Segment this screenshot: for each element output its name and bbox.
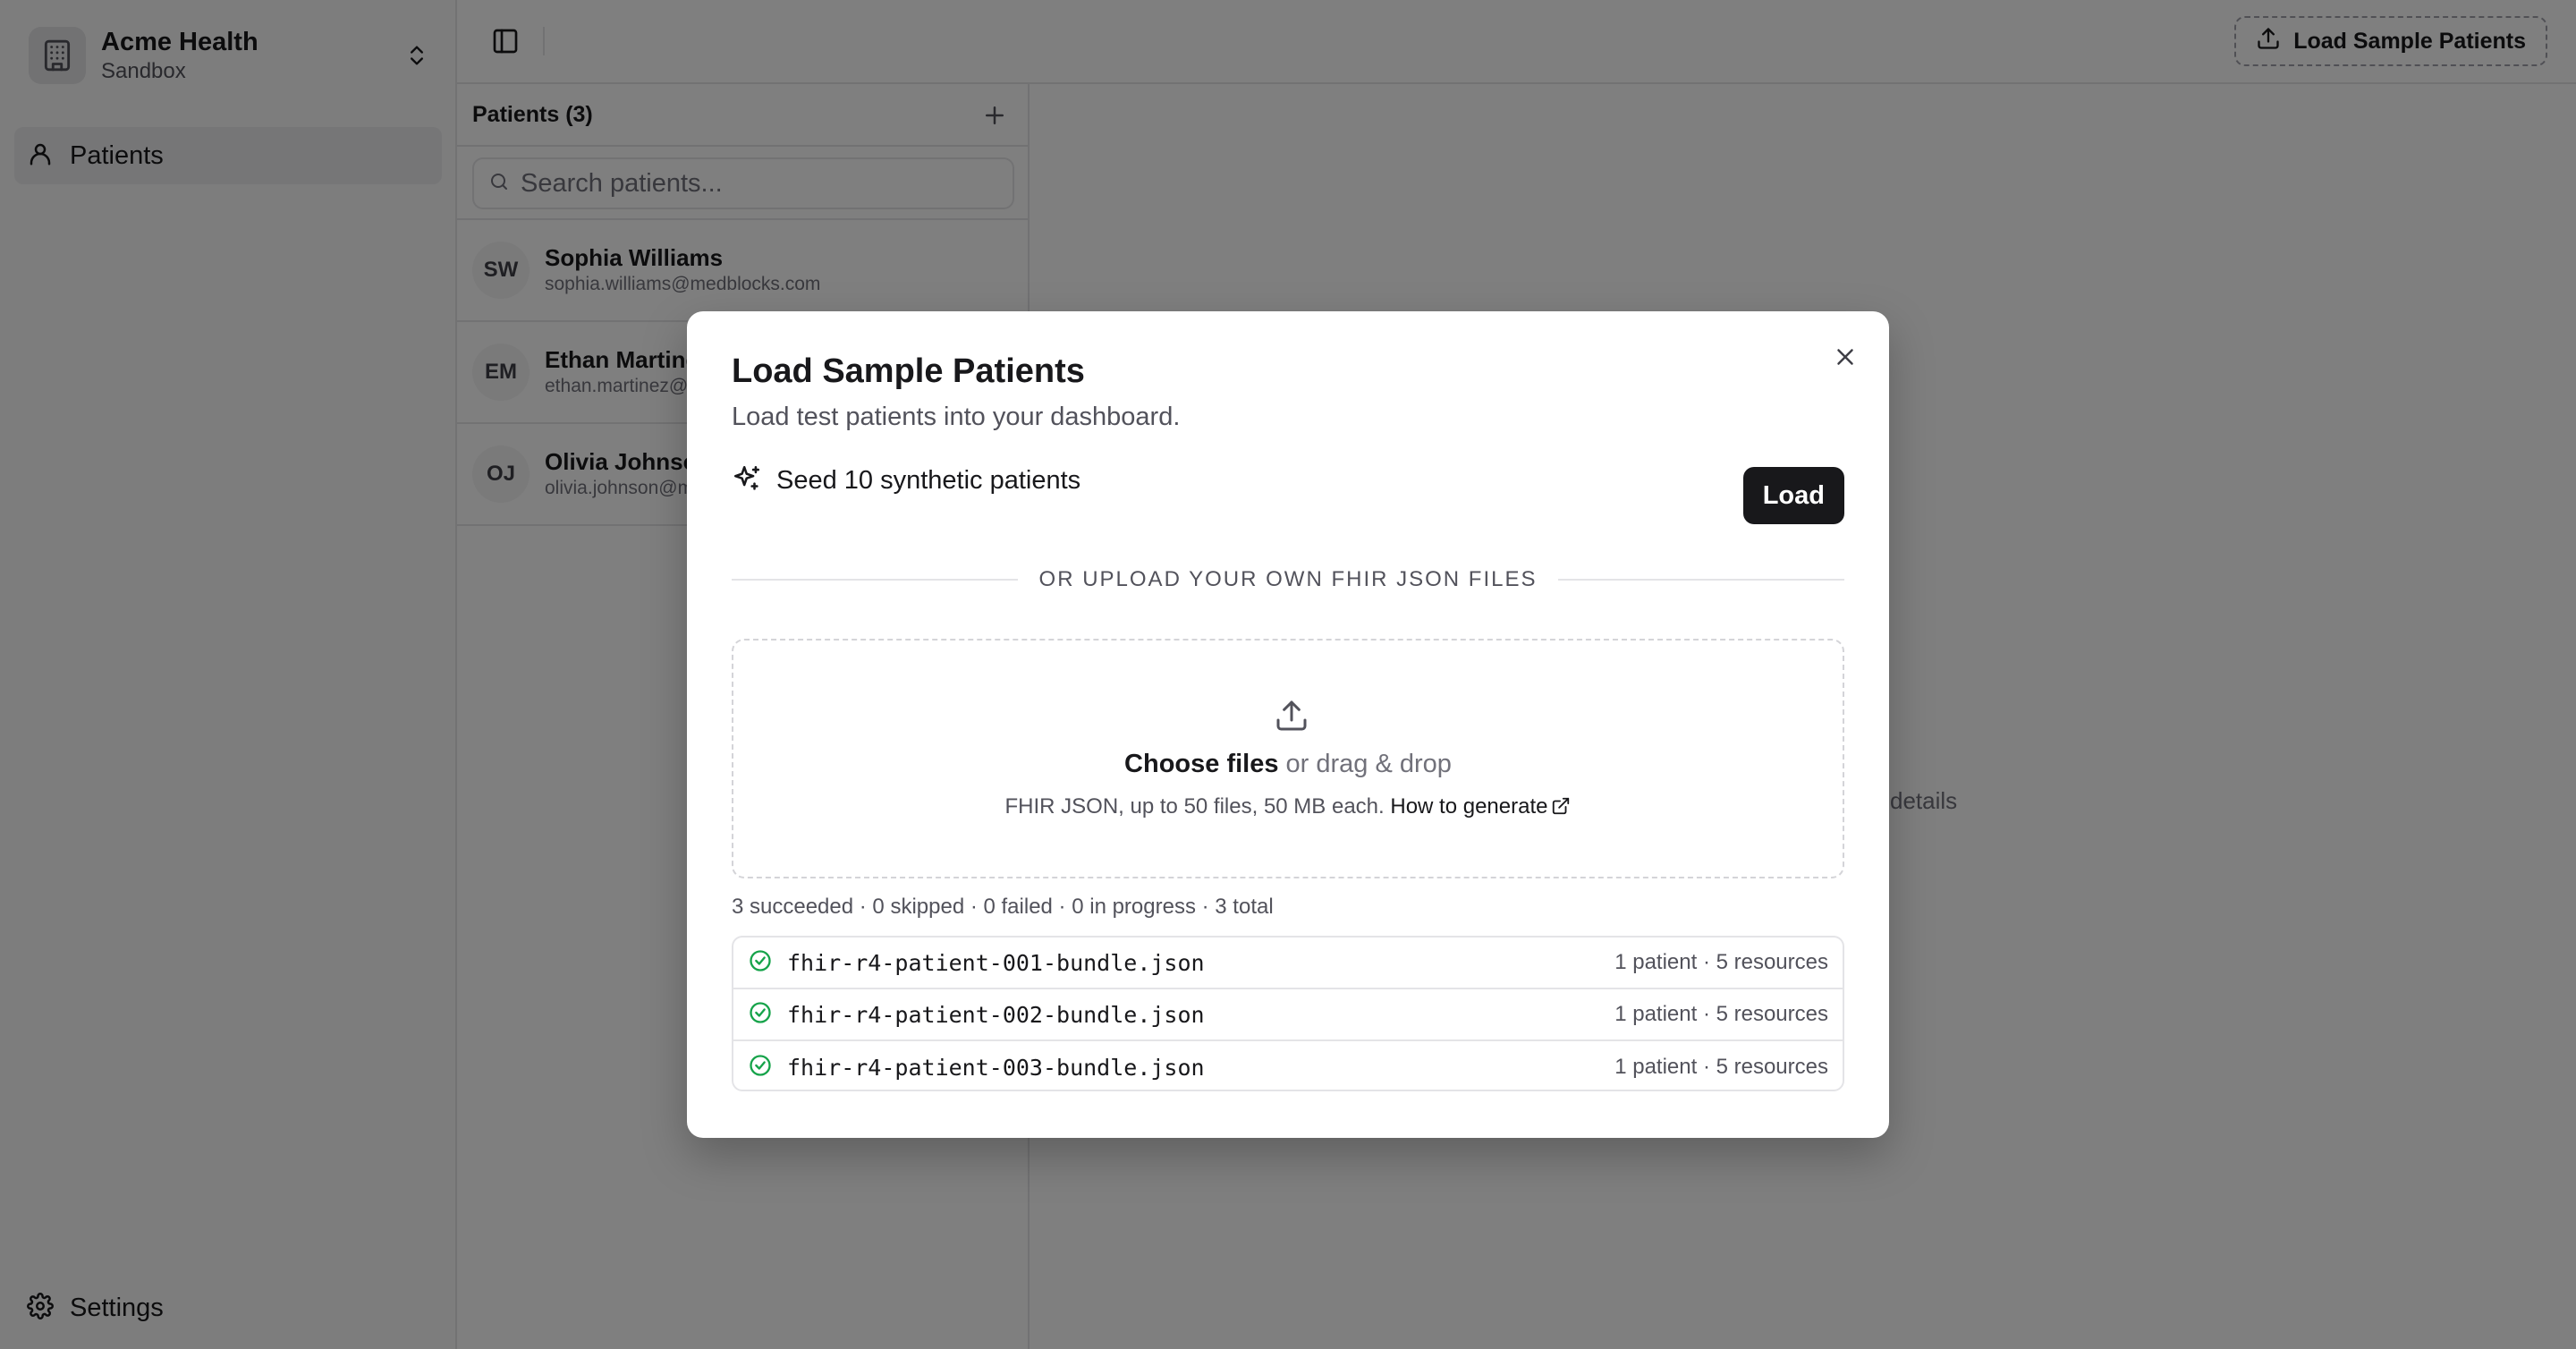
file-row: fhir-r4-patient-001-bundle.json 1 patien…: [733, 938, 1843, 989]
dropzone-hint-text: FHIR JSON, up to 50 files, 50 MB each.: [1004, 794, 1391, 819]
how-to-generate-link[interactable]: How to generate: [1390, 794, 1547, 819]
divider-line: [1558, 579, 1845, 581]
file-meta: 1 patient · 5 resources: [1614, 1055, 1828, 1079]
or-divider: OR UPLOAD YOUR OWN FHIR JSON FILES: [732, 567, 1845, 592]
file-meta: 1 patient · 5 resources: [1614, 1002, 1828, 1026]
drag-drop-text: or drag & drop: [1278, 750, 1452, 778]
dialog-description: Load test patients into your dashboard.: [732, 403, 1181, 431]
check-circle-icon: [748, 1000, 773, 1030]
upload-summary: 3 succeeded · 0 skipped · 0 failed · 0 i…: [732, 895, 1274, 919]
close-icon[interactable]: [1832, 344, 1860, 372]
file-name: fhir-r4-patient-002-bundle.json: [787, 1001, 1205, 1028]
app-root: Acme Health Sandbox Patients: [0, 0, 2576, 1349]
file-row: fhir-r4-patient-003-bundle.json 1 patien…: [733, 1041, 1843, 1090]
file-name: fhir-r4-patient-003-bundle.json: [787, 1054, 1205, 1081]
dropzone-hint: FHIR JSON, up to 50 files, 50 MB each. H…: [733, 794, 1843, 819]
external-link-icon: [1553, 797, 1570, 815]
file-dropzone[interactable]: Choose files or drag & drop FHIR JSON, u…: [732, 639, 1844, 878]
file-name: fhir-r4-patient-001-bundle.json: [787, 949, 1205, 976]
dialog-title: Load Sample Patients: [732, 352, 1085, 390]
check-circle-icon: [748, 1053, 773, 1082]
upload-icon: [1274, 698, 1309, 734]
uploaded-file-list: fhir-r4-patient-001-bundle.json 1 patien…: [732, 936, 1844, 1091]
dropzone-main: Choose files or drag & drop: [733, 750, 1843, 779]
choose-files-link[interactable]: Choose files: [1124, 750, 1278, 778]
divider-line: [732, 579, 1018, 581]
file-row: fhir-r4-patient-002-bundle.json 1 patien…: [733, 989, 1843, 1041]
seed-label: Seed 10 synthetic patients: [776, 466, 1081, 495]
check-circle-icon: [748, 948, 773, 978]
sparkles-icon: [732, 463, 762, 498]
load-button[interactable]: Load: [1742, 467, 1844, 524]
divider-text: OR UPLOAD YOUR OWN FHIR JSON FILES: [1038, 567, 1538, 591]
file-meta: 1 patient · 5 resources: [1614, 950, 1828, 974]
load-sample-patients-dialog: Load Sample Patients Load test patients …: [687, 311, 1889, 1138]
seed-row: Seed 10 synthetic patients: [732, 463, 1080, 498]
